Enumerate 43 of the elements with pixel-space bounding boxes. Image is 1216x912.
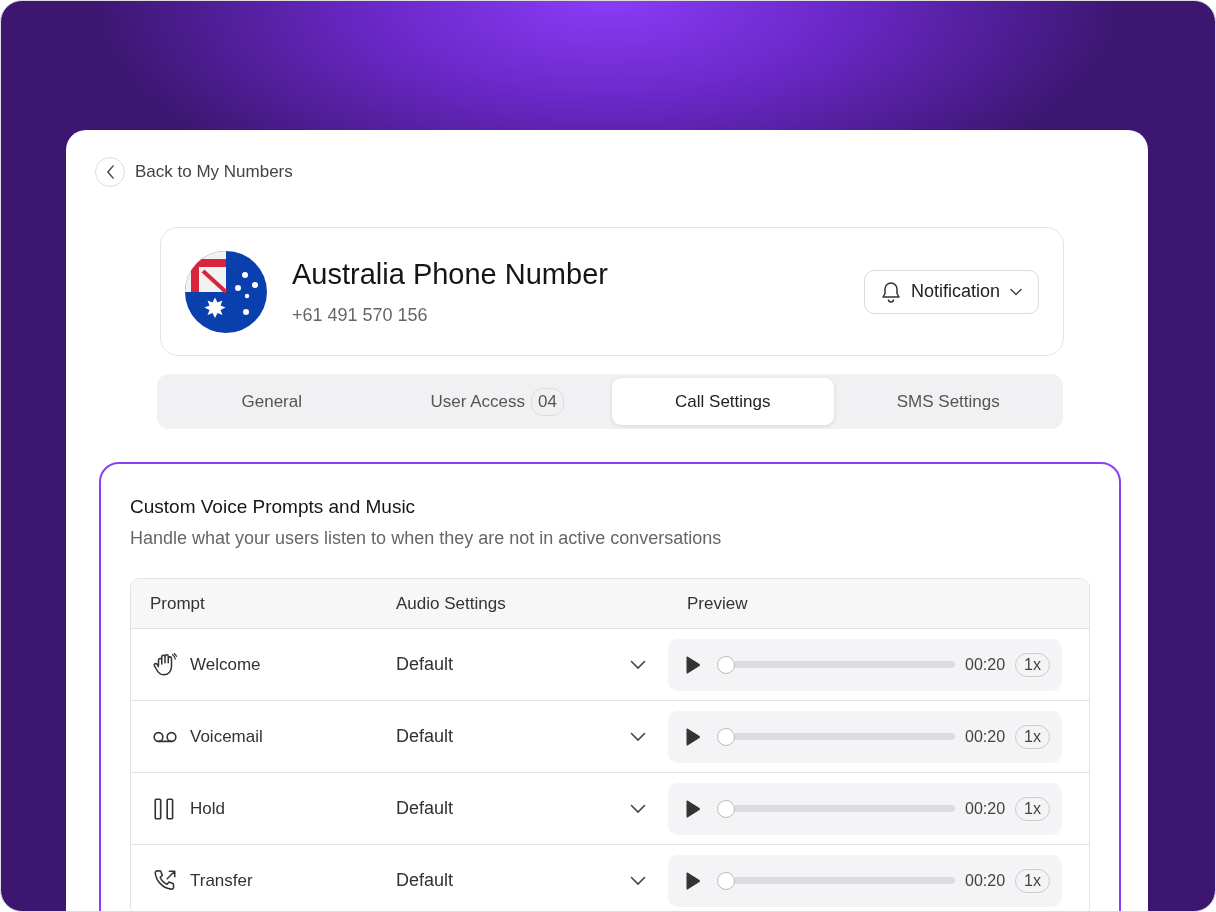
play-icon[interactable]: [684, 798, 701, 819]
prompt-name: Welcome: [190, 654, 261, 675]
audio-dropdown[interactable]: Default: [377, 788, 668, 829]
back-link[interactable]: Back to My Numbers: [135, 162, 293, 182]
chevron-down-icon: [630, 731, 646, 742]
section-title: Custom Voice Prompts and Music: [130, 496, 417, 518]
count-badge: 04: [531, 387, 564, 416]
column-header: Preview: [686, 593, 749, 614]
chevron-down-icon: [630, 803, 646, 814]
section-subtitle: Handle what your users listen to when they are not in active conversations: [130, 528, 723, 549]
page-title: Australia Phone Number: [292, 257, 609, 291]
hand-icon: [152, 651, 178, 678]
audio-dropdown[interactable]: Default: [377, 716, 668, 757]
notification-dropdown[interactable]: Notification: [863, 269, 1039, 314]
chevron-down-icon: [630, 875, 646, 886]
tab[interactable]: Call Settings: [612, 378, 834, 425]
bell-icon: [880, 280, 901, 303]
phone-number: +61 491 570 156: [292, 304, 429, 326]
slider-thumb[interactable]: [717, 871, 735, 890]
back-button[interactable]: [95, 157, 125, 187]
column-header: Audio Settings: [395, 593, 507, 614]
audio-dropdown[interactable]: Default: [377, 644, 668, 685]
column-header: Prompt: [149, 593, 206, 614]
duration-text: 00:20: [965, 799, 1006, 818]
prompt-name: Transfer: [190, 870, 253, 891]
audio-dropdown[interactable]: Default: [377, 860, 668, 901]
duration-text: 00:20: [965, 727, 1006, 746]
play-icon[interactable]: [684, 726, 701, 747]
slider-thumb[interactable]: [717, 655, 735, 674]
chevron-down-icon: [630, 659, 646, 670]
tab[interactable]: SMS Settings: [837, 378, 1059, 425]
play-icon[interactable]: [684, 654, 701, 675]
tab[interactable]: General: [161, 378, 383, 425]
duration-text: 00:20: [965, 871, 1006, 890]
slider-thumb[interactable]: [717, 727, 735, 746]
chevron-down-icon: [1010, 287, 1022, 296]
prompt-name: Voicemail: [190, 726, 263, 747]
prompt-name: Hold: [190, 798, 225, 819]
duration-text: 00:20: [965, 655, 1006, 674]
chevron-left-icon: [105, 165, 115, 179]
slider-thumb[interactable]: [717, 799, 735, 818]
play-icon[interactable]: [684, 870, 701, 891]
tab[interactable]: User Access 04: [386, 378, 608, 425]
